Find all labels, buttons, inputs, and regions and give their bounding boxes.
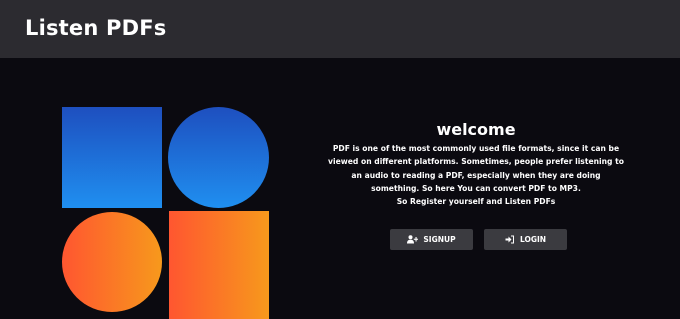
description-line: viewed on different platforms. Sometimes… xyxy=(328,157,624,167)
user-plus-icon xyxy=(407,235,419,244)
description-line: an audio to reading a PDF, especially wh… xyxy=(351,170,601,180)
welcome-heading: welcome xyxy=(436,120,516,139)
navbar: Listen PDFs xyxy=(0,0,680,58)
signup-label: SIGNUP xyxy=(423,235,456,244)
description-line: PDF is one of the most commonly used fil… xyxy=(332,144,620,153)
welcome-description: PDF is one of the most commonly used fil… xyxy=(326,142,626,208)
description-line: something. So here You can convert PDF t… xyxy=(371,183,581,193)
logo-orange-square xyxy=(169,211,269,319)
sign-in-icon xyxy=(505,235,515,244)
description-line: So Register yourself and Listen PDFs xyxy=(396,197,556,207)
login-button[interactable]: LOGIN xyxy=(484,229,567,250)
app-logo xyxy=(60,106,272,319)
login-label: LOGIN xyxy=(519,235,547,244)
logo-blue-square xyxy=(62,107,162,208)
welcome-section: welcome PDF is one of the most commonly … xyxy=(326,120,626,208)
logo-blue-circle xyxy=(168,107,269,208)
signup-button[interactable]: SIGNUP xyxy=(390,229,473,250)
logo-orange-circle xyxy=(62,212,162,312)
brand-title[interactable]: Listen PDFs xyxy=(25,16,167,40)
